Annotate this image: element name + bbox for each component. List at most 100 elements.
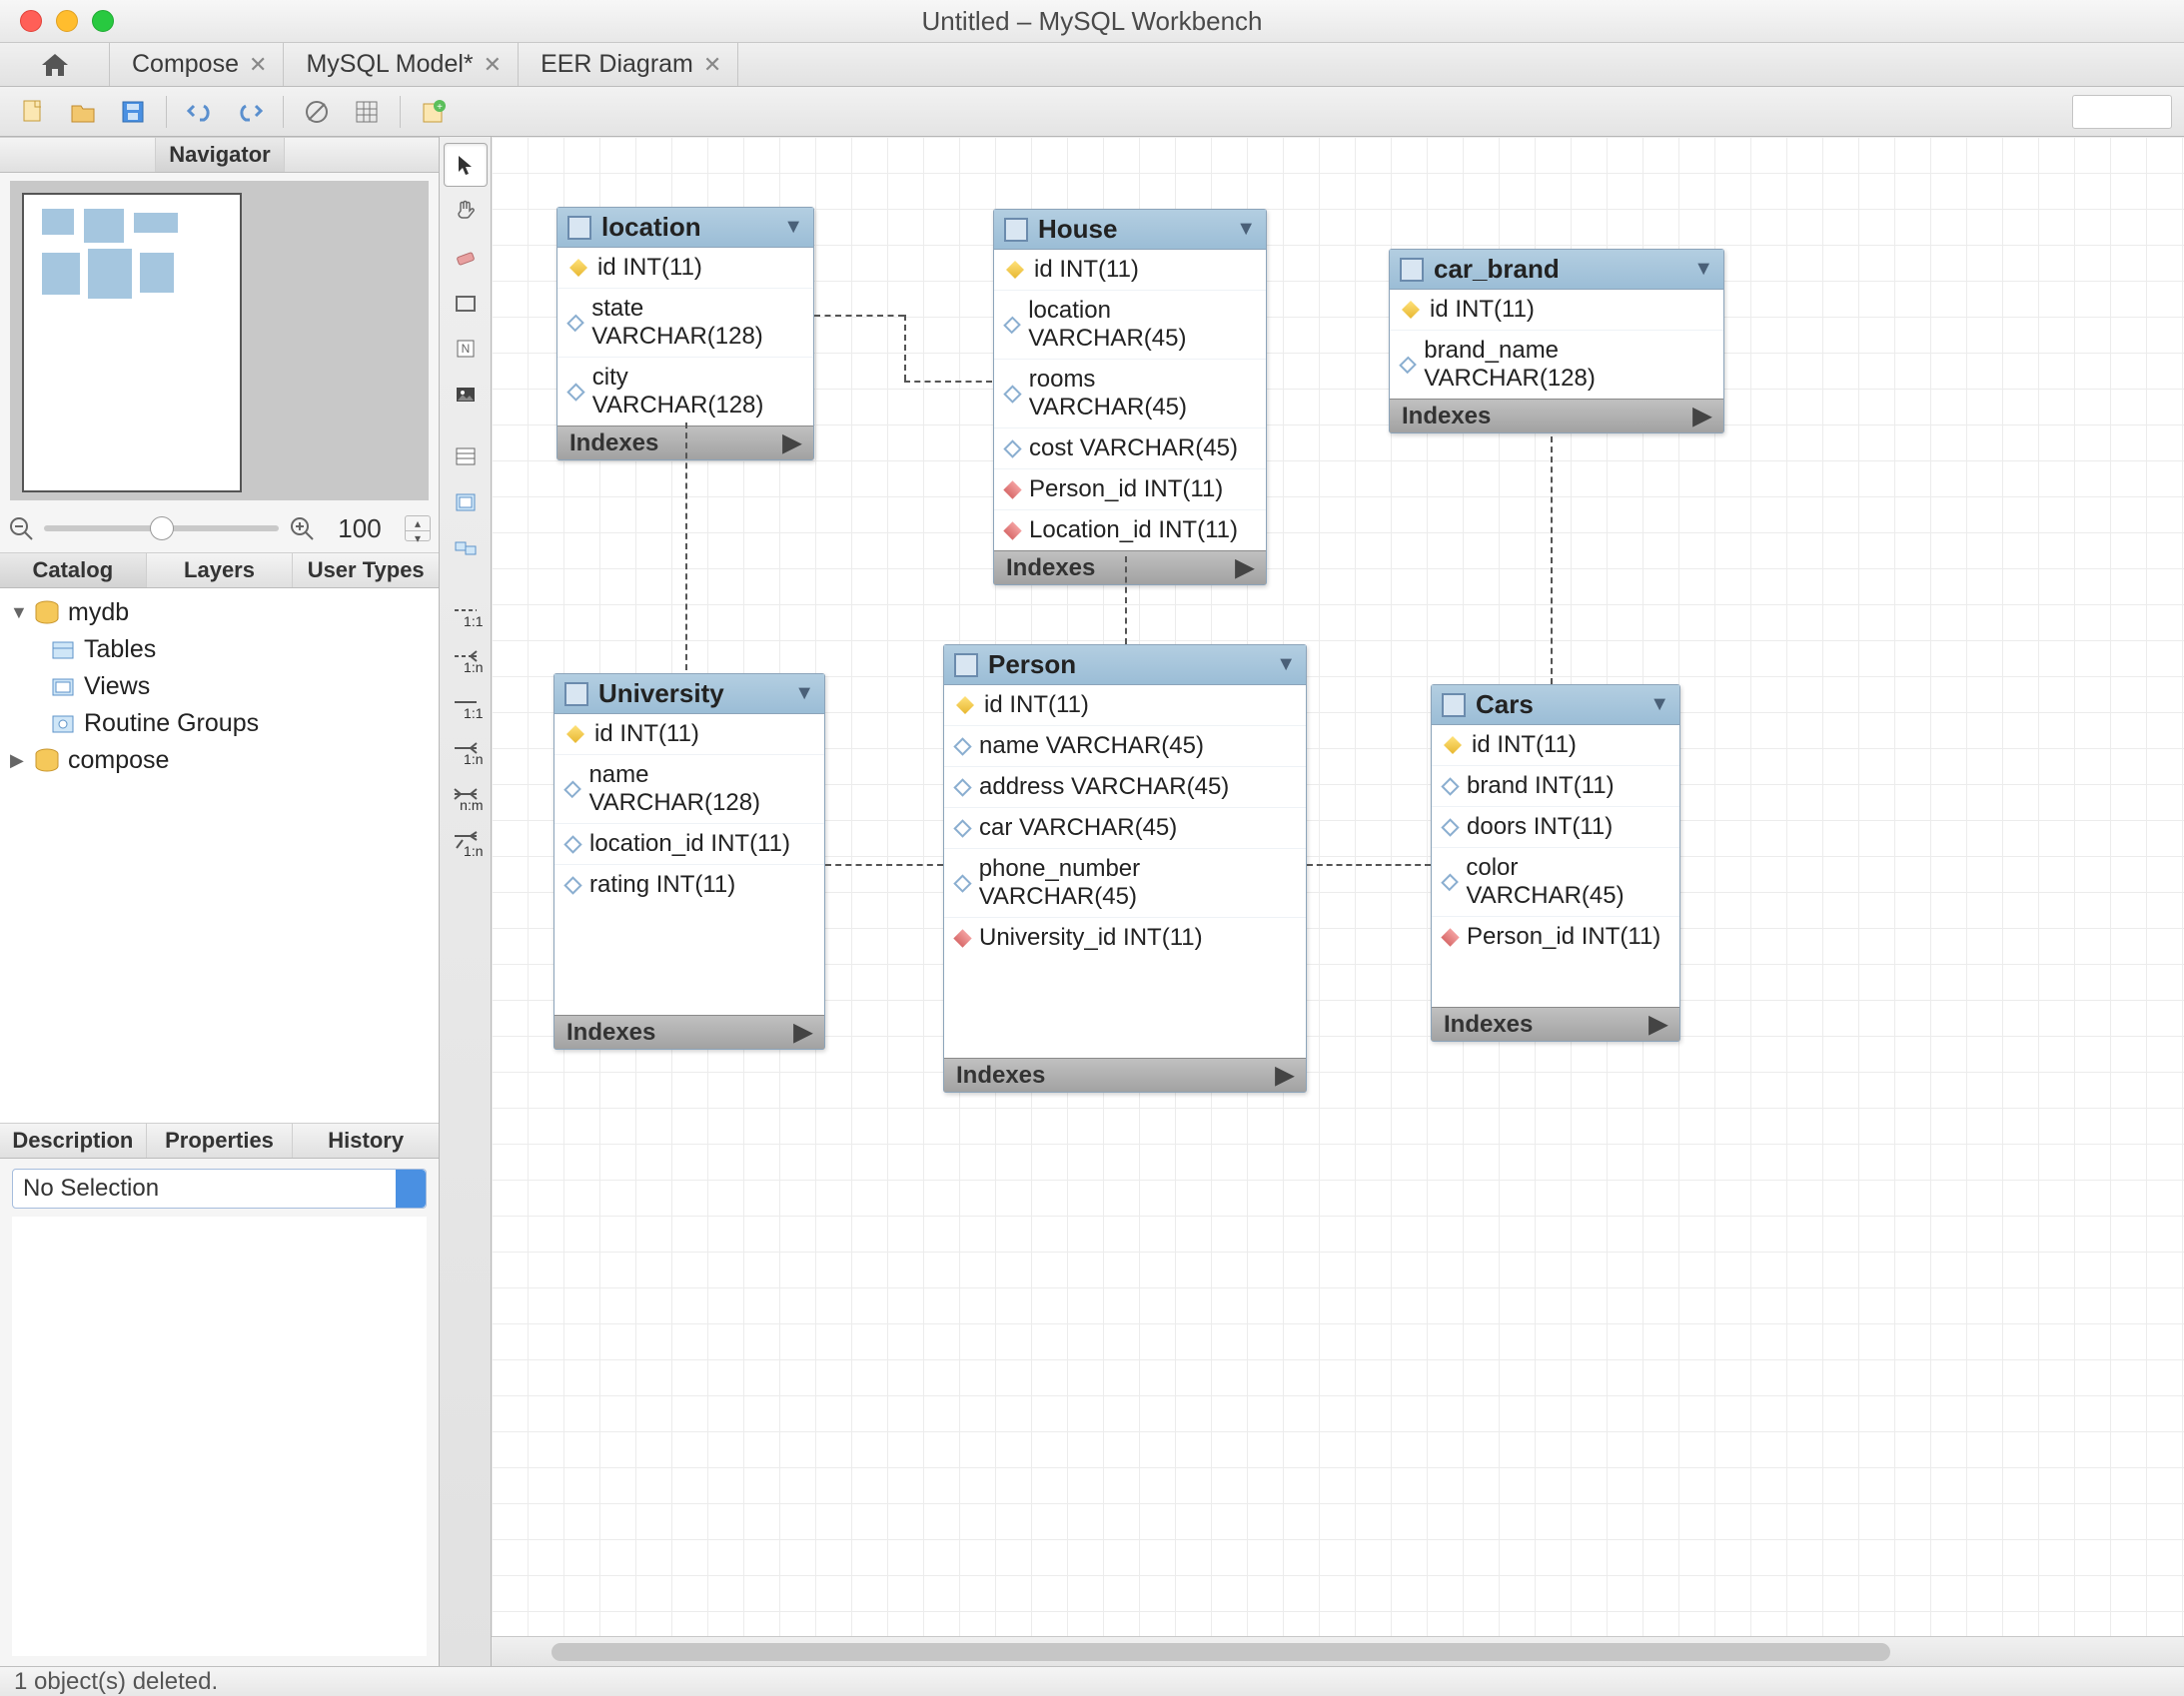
close-icon[interactable]: ✕ (249, 52, 267, 78)
toolbar-search[interactable] (2072, 95, 2172, 129)
zoom-window-button[interactable] (92, 10, 114, 32)
indexes-section[interactable]: Indexes▶ (1390, 399, 1723, 432)
column-row[interactable]: doors INT(11) (1432, 806, 1679, 847)
column-row[interactable]: Person_id INT(11) (1432, 916, 1679, 957)
tool-note[interactable]: N (444, 327, 488, 371)
chevron-down-icon[interactable]: ▼ (1693, 258, 1713, 281)
selection-dropdown[interactable]: No Selection (12, 1169, 427, 1209)
column-row[interactable]: Location_id INT(11) (994, 509, 1266, 550)
disclosure-triangle-icon[interactable]: ▼ (10, 602, 26, 623)
validate-button[interactable] (296, 94, 338, 130)
column-row[interactable]: id INT(11) (994, 250, 1266, 290)
column-row[interactable]: id INT(11) (944, 685, 1306, 725)
close-window-button[interactable] (20, 10, 42, 32)
redo-button[interactable] (229, 94, 271, 130)
rel-location-house[interactable] (814, 315, 904, 317)
column-row[interactable]: state VARCHAR(128) (557, 288, 813, 357)
tool-hand[interactable] (444, 189, 488, 233)
new-diagram-button[interactable]: + (413, 94, 455, 130)
minimize-window-button[interactable] (56, 10, 78, 32)
tool-routine[interactable] (444, 526, 488, 570)
tool-table[interactable] (444, 434, 488, 478)
tree-item-views[interactable]: Views (10, 668, 429, 705)
column-row[interactable]: id INT(11) (1390, 290, 1723, 330)
entity-person[interactable]: Person▼ id INT(11) name VARCHAR(45) addr… (943, 644, 1307, 1093)
tool-rel-n-m[interactable]: n:m (444, 772, 488, 816)
rel-location-university[interactable] (685, 423, 687, 670)
chevron-down-icon[interactable]: ▼ (1236, 218, 1256, 241)
entity-house[interactable]: House▼ id INT(11) location VARCHAR(45) r… (993, 209, 1267, 585)
column-row[interactable]: Person_id INT(11) (994, 468, 1266, 509)
rel-house-person[interactable] (1125, 556, 1127, 644)
catalog-tree[interactable]: ▼ mydb Tables Views Routine Groups ▶ com… (0, 588, 439, 1123)
entity-cars[interactable]: Cars▼ id INT(11) brand INT(11) doors INT… (1431, 684, 1680, 1042)
column-row[interactable]: rooms VARCHAR(45) (994, 359, 1266, 427)
canvas-horizontal-scrollbar[interactable] (492, 1636, 2184, 1666)
indexes-section[interactable]: Indexes▶ (1432, 1007, 1679, 1041)
chevron-down-icon[interactable]: ▼ (794, 682, 814, 705)
column-row[interactable]: phone_number VARCHAR(45) (944, 848, 1306, 917)
save-button[interactable] (112, 94, 154, 130)
column-row[interactable]: id INT(11) (554, 714, 824, 754)
chevron-down-icon[interactable]: ▼ (1649, 693, 1669, 716)
tab-catalog[interactable]: Catalog (0, 553, 146, 587)
tree-db-compose[interactable]: ▶ compose (10, 742, 429, 779)
column-row[interactable]: cost VARCHAR(45) (994, 427, 1266, 468)
tool-view[interactable] (444, 480, 488, 524)
zoom-stepper[interactable]: ▴▾ (405, 515, 431, 541)
zoom-slider[interactable] (44, 525, 279, 531)
tab-mysql-model[interactable]: MySQL Model* ✕ (284, 43, 519, 86)
diagram-canvas[interactable]: location▼ id INT(11) state VARCHAR(128) … (492, 137, 2184, 1666)
scrollbar-thumb[interactable] (551, 1643, 1890, 1661)
tool-rel-1-n-id[interactable]: 1:n (444, 726, 488, 770)
tool-pointer[interactable] (444, 143, 488, 187)
tree-item-tables[interactable]: Tables (10, 631, 429, 668)
column-row[interactable]: city VARCHAR(128) (557, 357, 813, 425)
undo-button[interactable] (179, 94, 221, 130)
column-row[interactable]: id INT(11) (1432, 725, 1679, 765)
tool-eraser[interactable] (444, 235, 488, 279)
tab-eer-diagram[interactable]: EER Diagram ✕ (519, 43, 738, 86)
close-icon[interactable]: ✕ (703, 52, 721, 78)
column-row[interactable]: color VARCHAR(45) (1432, 847, 1679, 916)
tree-item-routine-groups[interactable]: Routine Groups (10, 705, 429, 742)
column-row[interactable]: rating INT(11) (554, 864, 824, 905)
zoom-in-icon[interactable] (289, 515, 315, 541)
tab-compose[interactable]: Compose ✕ (110, 43, 284, 86)
column-row[interactable]: location VARCHAR(45) (994, 290, 1266, 359)
tab-history[interactable]: History (292, 1124, 439, 1158)
entity-car-brand[interactable]: car_brand▼ id INT(11) brand_name VARCHAR… (1389, 249, 1724, 433)
column-row[interactable]: name VARCHAR(45) (944, 725, 1306, 766)
column-row[interactable]: University_id INT(11) (944, 917, 1306, 958)
indexes-section[interactable]: Indexes▶ (944, 1058, 1306, 1092)
chevron-down-icon[interactable]: ▼ (783, 216, 803, 239)
tool-rel-1-1-nonid[interactable]: 1:1 (444, 588, 488, 632)
navigator-tab[interactable]: Navigator (155, 138, 285, 172)
tool-rel-1-1-id[interactable]: 1:1 (444, 680, 488, 724)
close-icon[interactable]: ✕ (484, 52, 502, 78)
indexes-section[interactable]: Indexes▶ (554, 1015, 824, 1049)
tool-region[interactable] (444, 281, 488, 325)
column-row[interactable]: id INT(11) (557, 248, 813, 288)
rel-university-person[interactable] (825, 864, 943, 866)
disclosure-triangle-icon[interactable]: ▶ (10, 750, 26, 771)
tool-rel-1-n-nonid[interactable]: 1:n (444, 634, 488, 678)
chevron-down-icon[interactable]: ▼ (1276, 653, 1296, 676)
column-row[interactable]: car VARCHAR(45) (944, 807, 1306, 848)
column-row[interactable]: name VARCHAR(128) (554, 754, 824, 823)
tab-properties[interactable]: Properties (146, 1124, 293, 1158)
home-tab[interactable] (0, 43, 110, 86)
tool-rel-place[interactable]: 1:n (444, 818, 488, 862)
diagram-minimap[interactable] (0, 173, 439, 504)
grid-button[interactable] (346, 94, 388, 130)
new-file-button[interactable] (12, 94, 54, 130)
tab-user-types[interactable]: User Types (292, 553, 439, 587)
rel-person-cars[interactable] (1307, 864, 1431, 866)
zoom-out-icon[interactable] (8, 515, 34, 541)
tab-description[interactable]: Description (0, 1124, 146, 1158)
column-row[interactable]: brand_name VARCHAR(128) (1390, 330, 1723, 399)
tab-layers[interactable]: Layers (146, 553, 293, 587)
column-row[interactable]: brand INT(11) (1432, 765, 1679, 806)
rel-carbrand-cars[interactable] (1551, 436, 1553, 684)
indexes-section[interactable]: Indexes▶ (994, 550, 1266, 584)
